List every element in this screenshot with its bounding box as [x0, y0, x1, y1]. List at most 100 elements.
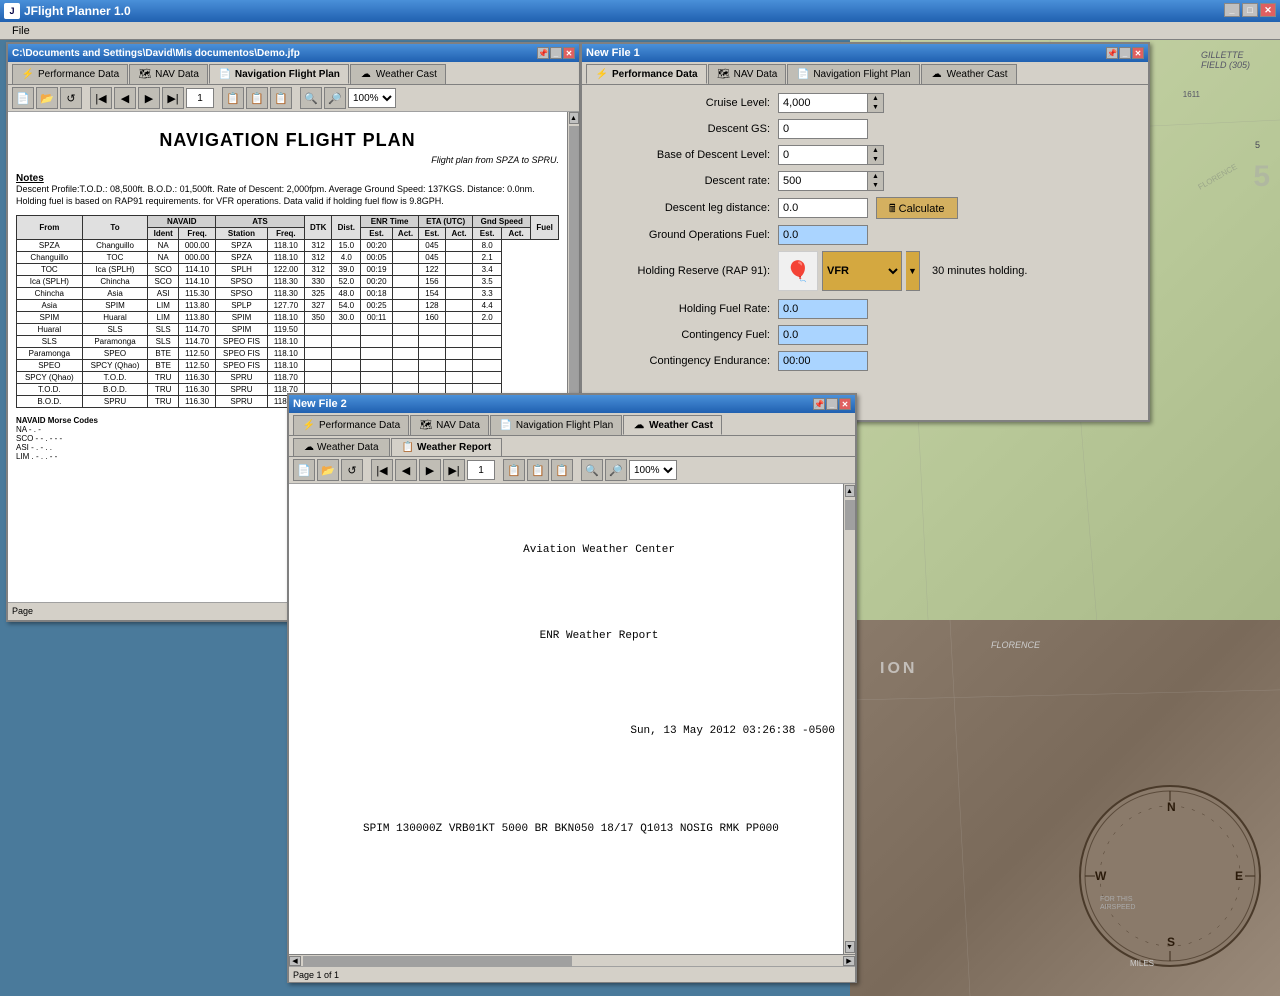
tb-prev-btn[interactable]: ◀ [114, 87, 136, 109]
window1-title: C:\Documents and Settings\David\Mis docu… [12, 48, 300, 59]
tb3-first-btn[interactable]: |◀ [371, 459, 393, 481]
tb3-last-btn[interactable]: ▶| [443, 459, 465, 481]
tb3-zoom-out-btn[interactable]: 🔎 [605, 459, 627, 481]
base-descent-spinner[interactable]: ▲ ▼ [868, 145, 884, 165]
cruise-level-input[interactable] [778, 93, 868, 113]
tb3-next-btn[interactable]: ▶ [419, 459, 441, 481]
hscroll-right-btn[interactable]: ▶ [843, 956, 855, 966]
tb-first-btn[interactable]: |◀ [90, 87, 112, 109]
holding-fuel-rate-input[interactable] [778, 299, 868, 319]
descent-rate-spinner[interactable]: ▲ ▼ [868, 171, 884, 191]
window1-minimize-btn[interactable]: _ [550, 47, 562, 59]
calculate-btn[interactable]: 🖩 Calculate [876, 197, 958, 219]
vfr-select[interactable]: VFR IFR [822, 251, 902, 291]
tb-zoom-out-btn[interactable]: 🔎 [324, 87, 346, 109]
descent-leg-input[interactable] [778, 198, 868, 218]
window1-close-btn[interactable]: ✕ [563, 47, 575, 59]
holding-fuel-rate-label: Holding Fuel Rate: [598, 303, 778, 315]
window2-minimize-btn[interactable]: _ [1119, 47, 1131, 59]
weather-date-text: Sun, 13 May 2012 03:26:38 -0500 [630, 725, 835, 737]
base-descent-input[interactable] [778, 145, 868, 165]
scrollbar3-up-btn[interactable]: ▲ [845, 485, 855, 497]
tb3-doc3-btn[interactable]: 📋 [551, 459, 573, 481]
cruise-level-spinner[interactable]: ▲ ▼ [868, 93, 884, 113]
spinner-down3[interactable]: ▼ [868, 181, 883, 190]
scrollbar-up-btn[interactable]: ▲ [569, 112, 579, 124]
spinner-up2[interactable]: ▲ [868, 146, 883, 155]
app-maximize-btn[interactable]: □ [1242, 3, 1258, 17]
weather-entry-1-text: SPIM 130000Z VRB01KT 5000 BR BKN050 18/1… [363, 823, 779, 835]
col-est2: Est. [419, 228, 446, 240]
tab3-navfp[interactable]: 📄 Navigation Flight Plan [490, 415, 622, 435]
tab3-nav[interactable]: 🗺 NAV Data [410, 415, 489, 435]
scrollbar3-thumb[interactable] [845, 500, 855, 530]
app-minimize-btn[interactable]: _ [1224, 3, 1240, 17]
tb-open-btn[interactable]: 📂 [36, 87, 58, 109]
tab2-weather[interactable]: ☁ Weather Cast [921, 64, 1017, 84]
window3-minimize-btn[interactable]: _ [826, 398, 838, 410]
scrollbar3-down-btn[interactable]: ▼ [845, 941, 855, 953]
window3-hscrollbar[interactable]: ◀ ▶ [289, 954, 855, 966]
tb-next-btn[interactable]: ▶ [138, 87, 160, 109]
tb3-new-btn[interactable]: 📄 [293, 459, 315, 481]
tb3-prev-btn[interactable]: ◀ [395, 459, 417, 481]
tab-perf-data[interactable]: ⚡ Performance Data [12, 64, 128, 84]
tab-weather[interactable]: ☁ Weather Cast [350, 64, 446, 84]
tab2-navfp[interactable]: 📄 Navigation Flight Plan [787, 64, 919, 84]
tb-new-btn[interactable]: 📄 [12, 87, 34, 109]
tb3-doc2-btn[interactable]: 📋 [527, 459, 549, 481]
tab-perf-label: Performance Data [38, 69, 119, 80]
contingency-endurance-row: Contingency Endurance: [598, 351, 1132, 371]
tb3-open-btn[interactable]: 📂 [317, 459, 339, 481]
map-num-5: 5 [1253, 160, 1270, 194]
vfr-dropdown-arrow[interactable]: ▼ [906, 251, 920, 291]
app-close-btn[interactable]: ✕ [1260, 3, 1276, 17]
weather-content-area[interactable]: Aviation Weather Center ENR Weather Repo… [289, 484, 843, 954]
tb3-doc1-btn[interactable]: 📋 [503, 459, 525, 481]
tb-doc2-btn[interactable]: 📋 [246, 87, 268, 109]
window1-titlebar: C:\Documents and Settings\David\Mis docu… [8, 44, 579, 62]
window2-pin-btn[interactable]: 📌 [1106, 47, 1118, 59]
hscroll-left-btn[interactable]: ◀ [289, 956, 301, 966]
window3-pin-btn[interactable]: 📌 [813, 398, 825, 410]
inner-tab-weather-data[interactable]: ☁ Weather Data [293, 438, 390, 456]
zoom-select[interactable]: 100% 50% 75% 125% 150% [348, 88, 396, 108]
descent-rate-input[interactable] [778, 171, 868, 191]
tb-last-btn[interactable]: ▶| [162, 87, 184, 109]
tab-nav-data[interactable]: 🗺 NAV Data [129, 64, 208, 84]
tab3-weather[interactable]: ☁ Weather Cast [623, 415, 722, 435]
descent-gs-input[interactable] [778, 119, 868, 139]
tb-doc3-btn[interactable]: 📋 [270, 87, 292, 109]
holding-text: 30 minutes holding. [924, 265, 1027, 277]
spinner-up3[interactable]: ▲ [868, 172, 883, 181]
ground-ops-fuel-input[interactable] [778, 225, 868, 245]
tb3-refresh-btn[interactable]: ↺ [341, 459, 363, 481]
table-row: ChanguilloTOCNA000.00SPZA118.103124.000:… [17, 252, 559, 264]
tab3-perf[interactable]: ⚡ Performance Data [293, 415, 409, 435]
tb3-zoom-in-btn[interactable]: 🔍 [581, 459, 603, 481]
spinner-up[interactable]: ▲ [868, 94, 883, 103]
spinner-down2[interactable]: ▼ [868, 155, 883, 164]
contingency-endurance-input[interactable] [778, 351, 868, 371]
contingency-fuel-input[interactable] [778, 325, 868, 345]
window3-scrollbar[interactable]: ▲ ▼ [843, 484, 855, 954]
tab2-nav[interactable]: 🗺 NAV Data [708, 64, 787, 84]
page3-input[interactable] [467, 460, 495, 480]
window1-pin-btn[interactable]: 📌 [537, 47, 549, 59]
tab-nav-fp[interactable]: 📄 Navigation Flight Plan [209, 64, 349, 84]
tb-zoom-in-btn[interactable]: 🔍 [300, 87, 322, 109]
menu-file[interactable]: File [4, 25, 38, 37]
inner-tab-weather-report[interactable]: 📋 Weather Report [391, 438, 503, 456]
tab2-perf-icon: ⚡ [595, 67, 609, 81]
window3-close-btn[interactable]: ✕ [839, 398, 851, 410]
spinner-down[interactable]: ▼ [868, 103, 883, 112]
tb-refresh-btn[interactable]: ↺ [60, 87, 82, 109]
tab2-perf[interactable]: ⚡ Performance Data [586, 64, 707, 84]
tb-doc1-btn[interactable]: 📋 [222, 87, 244, 109]
inner-tab-weather-data-icon: ☁ [304, 442, 314, 453]
window2-close-btn[interactable]: ✕ [1132, 47, 1144, 59]
hscroll-thumb[interactable] [303, 956, 572, 966]
page-input[interactable]: 1 [186, 88, 214, 108]
zoom3-select[interactable]: 100% 50% 75% [629, 460, 677, 480]
cruise-level-label: Cruise Level: [598, 97, 778, 109]
